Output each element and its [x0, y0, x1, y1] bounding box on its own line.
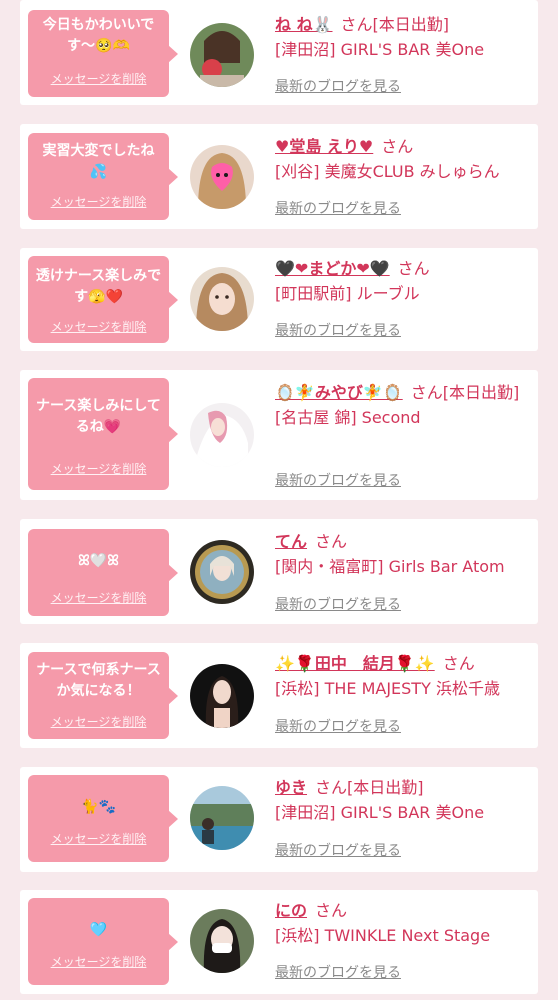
list-item: 透けナース楽しみです🫣❤️ メッセージを削除 🖤❤まどか❤🖤 さん [町田駅前] …	[20, 248, 538, 351]
message-bubble: 今日もかわいいです〜🥺🫶 メッセージを削除	[28, 10, 178, 97]
list-item: 🐈🐾 メッセージを削除 ゆき さん[本日出勤] [津田沼] GIRL'S BAR …	[20, 767, 538, 872]
delete-message-link[interactable]: メッセージを削除	[28, 460, 169, 477]
status-badge: [本日出勤]	[372, 15, 450, 34]
avatar[interactable]	[190, 267, 254, 331]
cast-info: 🖤❤まどか❤🖤 さん [町田駅前] ルーブル	[275, 256, 530, 306]
honorific: さん	[442, 654, 475, 673]
shop-name: [浜松] TWINKLE Next Stage	[275, 926, 491, 945]
message-text: 🩵	[89, 922, 108, 938]
shop-name: [津田沼] GIRL'S BAR 美One	[275, 40, 485, 59]
cast-info: ♥堂島 えり♥ さん [刈谷] 美魔女CLUB みしゅらん	[275, 134, 530, 184]
avatar[interactable]	[190, 664, 254, 728]
honorific: さん	[315, 532, 348, 551]
list-item: 🩵 メッセージを削除 にの さん [浜松] TWINKLE Next Stage …	[20, 890, 538, 994]
message-text: ナースで何系ナースか気になる！	[36, 662, 161, 699]
message-text: 透けナース楽しみです🫣❤️	[35, 268, 162, 305]
status-badge: [本日出勤]	[347, 778, 424, 797]
cast-name-link[interactable]: てん	[275, 532, 307, 551]
cast-name-link[interactable]: ね ね🐰	[275, 15, 333, 34]
latest-blog-link[interactable]: 最新のブログを見る	[275, 198, 401, 218]
message-bubble: 🐈🐾 メッセージを削除	[28, 775, 178, 862]
honorific: さん	[397, 259, 430, 278]
delete-message-link[interactable]: メッセージを削除	[28, 193, 169, 210]
latest-blog-link[interactable]: 最新のブログを見る	[275, 470, 401, 490]
avatar[interactable]	[190, 403, 254, 467]
cast-info: にの さん [浜松] TWINKLE Next Stage	[275, 898, 530, 948]
list-item: 実習大変でしたね💦 メッセージを削除 ♥堂島 えり♥ さん [刈谷] 美魔女CLU…	[20, 124, 538, 229]
list-item: ナースで何系ナースか気になる！ メッセージを削除 ✨🌹田中 結月🌹✨ さん [浜松…	[20, 643, 538, 748]
shop-name: [名古屋 錦] Second	[275, 408, 421, 427]
shop-name: [関内・福富町] Girls Bar Atom	[275, 557, 505, 576]
cast-info: てん さん [関内・福富町] Girls Bar Atom	[275, 529, 530, 579]
cast-name-link[interactable]: ゆき	[275, 778, 307, 797]
message-text: 実習大変でしたね💦	[42, 143, 155, 180]
message-text: 🐈🐾	[81, 799, 116, 815]
latest-blog-link[interactable]: 最新のブログを見る	[275, 594, 401, 614]
avatar[interactable]	[190, 23, 254, 87]
latest-blog-link[interactable]: 最新のブログを見る	[275, 76, 401, 96]
shop-name: [刈谷] 美魔女CLUB みしゅらん	[275, 162, 500, 181]
honorific: さん	[315, 901, 348, 920]
cast-info: ゆき さん[本日出勤] [津田沼] GIRL'S BAR 美One	[275, 775, 530, 825]
cast-name-link[interactable]: 🪞🧚みやび🧚🪞	[275, 383, 403, 402]
cast-info: ✨🌹田中 結月🌹✨ さん [浜松] THE MAJESTY 浜松千歳	[275, 651, 530, 701]
cast-info: 🪞🧚みやび🧚🪞 さん[本日出勤] [名古屋 錦] Second	[275, 380, 530, 430]
message-bubble: ナースで何系ナースか気になる！ メッセージを削除	[28, 652, 178, 739]
delete-message-link[interactable]: メッセージを削除	[28, 70, 169, 87]
shop-name: [津田沼] GIRL'S BAR 美One	[275, 803, 485, 822]
honorific: さん	[340, 15, 373, 34]
shop-name: [浜松] THE MAJESTY 浜松千歳	[275, 679, 500, 698]
message-text: ナース楽しみにしてるね💗	[36, 398, 161, 435]
latest-blog-link[interactable]: 最新のブログを見る	[275, 320, 401, 340]
honorific: さん	[381, 137, 414, 156]
message-bubble: 透けナース楽しみです🫣❤️ メッセージを削除	[28, 256, 178, 343]
cast-name-link[interactable]: ✨🌹田中 結月🌹✨	[275, 654, 435, 673]
delete-message-link[interactable]: メッセージを削除	[28, 953, 169, 970]
cast-name-link[interactable]: ♥堂島 えり♥	[275, 137, 373, 156]
delete-message-link[interactable]: メッセージを削除	[28, 830, 169, 847]
list-item: ナース楽しみにしてるね💗 メッセージを削除 🪞🧚みやび🧚🪞 さん[本日出勤] [名…	[20, 370, 538, 500]
message-list: 今日もかわいいです〜🥺🫶 メッセージを削除 ね ね🐰 さん[本日出勤] [津田沼]…	[0, 0, 558, 1000]
honorific: さん	[315, 778, 348, 797]
message-bubble: 🩵 メッセージを削除	[28, 898, 178, 985]
message-text: 今日もかわいいです〜🥺🫶	[42, 17, 155, 54]
delete-message-link[interactable]: メッセージを削除	[28, 713, 169, 730]
status-badge: [本日出勤]	[442, 383, 520, 402]
message-bubble: ꕤ🤍ꕤ メッセージを削除	[28, 529, 178, 616]
cast-name-link[interactable]: にの	[275, 901, 307, 920]
honorific: さん	[410, 383, 443, 402]
message-bubble: ナース楽しみにしてるね💗 メッセージを削除	[28, 378, 178, 490]
delete-message-link[interactable]: メッセージを削除	[28, 318, 169, 335]
latest-blog-link[interactable]: 最新のブログを見る	[275, 962, 401, 982]
message-bubble: 実習大変でしたね💦 メッセージを削除	[28, 133, 178, 220]
avatar[interactable]	[190, 540, 254, 604]
latest-blog-link[interactable]: 最新のブログを見る	[275, 716, 401, 736]
list-item: 今日もかわいいです〜🥺🫶 メッセージを削除 ね ね🐰 さん[本日出勤] [津田沼]…	[20, 0, 538, 105]
cast-info: ね ね🐰 さん[本日出勤] [津田沼] GIRL'S BAR 美One	[275, 12, 530, 62]
delete-message-link[interactable]: メッセージを削除	[28, 589, 169, 606]
shop-name: [町田駅前] ルーブル	[275, 284, 420, 303]
cast-name-link[interactable]: 🖤❤まどか❤🖤	[275, 259, 390, 278]
latest-blog-link[interactable]: 最新のブログを見る	[275, 840, 401, 860]
avatar[interactable]	[190, 909, 254, 973]
avatar[interactable]	[190, 145, 254, 209]
avatar[interactable]	[190, 786, 254, 850]
message-text: ꕤ🤍ꕤ	[78, 553, 119, 569]
list-item: ꕤ🤍ꕤ メッセージを削除 てん さん [関内・福富町] Girls Bar Ato…	[20, 519, 538, 624]
